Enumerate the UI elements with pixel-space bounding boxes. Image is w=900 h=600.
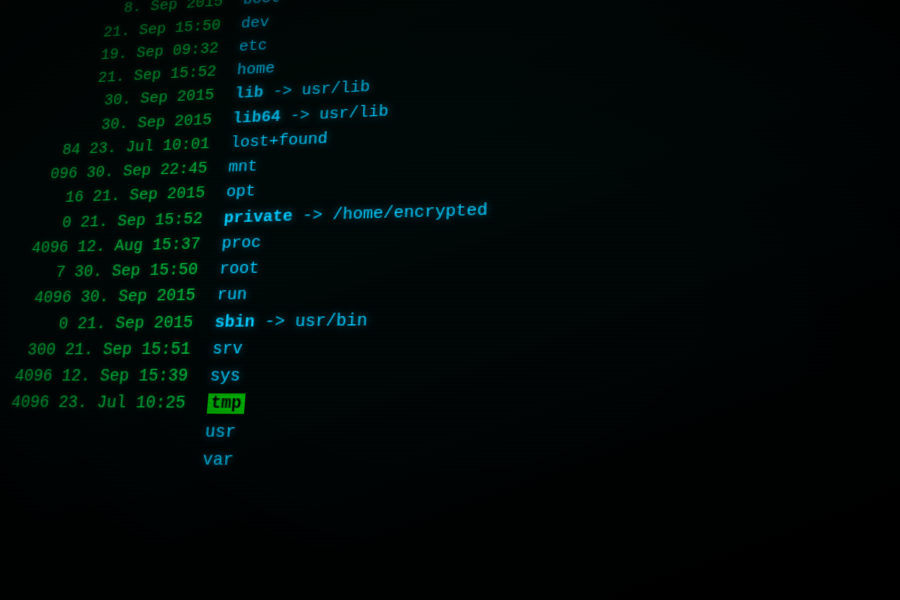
line-metadata (0, 433, 205, 436)
directory-name: run (216, 286, 247, 306)
line-filename: srv (211, 336, 243, 363)
line-filename: run (216, 282, 248, 309)
line-filename: root (218, 256, 260, 283)
directory-name: home (236, 60, 275, 80)
directory-name: opt (225, 183, 256, 202)
line-filename: tmp (206, 390, 246, 418)
directory-name: lib (234, 84, 264, 103)
directory-name: srv (212, 339, 244, 359)
directory-name: proc (221, 233, 262, 253)
line-filename: var (201, 446, 234, 475)
line-filename: usr (204, 418, 237, 446)
directory-name: dev (240, 13, 269, 32)
directory-name: sys (209, 366, 241, 386)
line-metadata: 4096 30. Sep 2015 (0, 283, 218, 313)
directory-name: boot (242, 0, 281, 9)
symlink-arrow: -> usr/bin (254, 311, 368, 332)
line-filename: sys (209, 363, 242, 390)
directory-name: var (202, 450, 235, 471)
terminal-line: 4096 12. Sep 15:39sys (0, 359, 900, 391)
line-filename: etc (238, 34, 268, 59)
symlink-arrow: -> usr/lib (263, 79, 371, 102)
line-metadata: 4096 12. Sep 15:39 (0, 363, 211, 390)
line-filename: sbin -> usr/bin (214, 307, 369, 336)
line-metadata: 0 21. Sep 2015 (0, 309, 216, 338)
directory-name: lost+found (230, 130, 328, 152)
directory-name: private (223, 207, 293, 228)
line-metadata: 4096 23. Jul 10:25 (0, 390, 209, 418)
line-metadata (0, 460, 202, 464)
directory-name: etc (238, 37, 268, 56)
line-filename: dev (240, 10, 270, 35)
tmp-directory: tmp (207, 394, 246, 414)
line-filename: opt (225, 179, 256, 205)
line-filename: proc (221, 230, 262, 257)
directory-name: mnt (228, 158, 258, 177)
line-filename: mnt (227, 154, 258, 180)
directory-name: sbin (214, 312, 256, 332)
directory-name: lib64 (232, 107, 281, 127)
directory-name: root (219, 259, 260, 279)
symlink-arrow: -> /home/encrypted (292, 200, 488, 225)
terminal-screen: 15:53bin -> usr/bin8. Sep 2015boot21. Se… (0, 0, 900, 600)
symlink-arrow: -> usr/lib (280, 102, 389, 125)
line-metadata: 300 21. Sep 15:51 (0, 336, 214, 364)
line-filename: lost+found (230, 127, 329, 156)
terminal-content: 15:53bin -> usr/bin8. Sep 2015boot21. Se… (0, 0, 900, 520)
line-filename: home (236, 57, 276, 83)
directory-name: usr (204, 421, 236, 442)
